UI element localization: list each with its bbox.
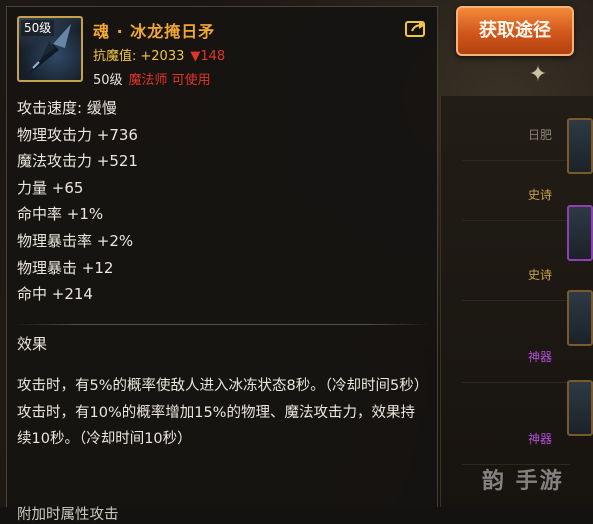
rarity-tag: 史诗 bbox=[527, 268, 552, 282]
share-icon[interactable] bbox=[405, 19, 427, 37]
stat-line: 命中率 +1% bbox=[17, 205, 104, 224]
stat-line: 物理暴击率 +2% bbox=[17, 231, 134, 250]
list-item[interactable]: 史诗 bbox=[462, 168, 570, 221]
sparkle-icon: ✦ bbox=[528, 62, 548, 87]
spear-item-icon: 50级 bbox=[17, 16, 83, 82]
rarity-tag: 史诗 bbox=[527, 188, 552, 202]
stat-line: 物理暴击 +12 bbox=[17, 258, 114, 277]
stat-line: 魔法攻击力 +521 bbox=[17, 152, 138, 171]
obtain-source-button[interactable]: 获取途径 bbox=[456, 6, 574, 56]
rarity-tag: 神器 bbox=[527, 432, 552, 446]
watermark: 韵 手游 bbox=[482, 469, 564, 494]
effect-description: 攻击时，有5%的概率使敌人进入冰冻状态8秒。（冷却时间5秒） 攻击时，有10%的… bbox=[17, 373, 429, 453]
list-item[interactable]: 神器 bbox=[462, 330, 570, 383]
requirement-row: 50级 魔法师 可使用 bbox=[93, 69, 211, 88]
effect-line-truncated: 附加时属性攻击 bbox=[17, 507, 119, 523]
stats-list: 攻击速度: 缓慢 物理攻击力 +736 魔法攻击力 +521 力量 +65 命中… bbox=[17, 95, 138, 308]
resist-label: 抗魔值: bbox=[93, 49, 137, 64]
item-level-badge: 50级 bbox=[21, 20, 55, 36]
item-thumbnail[interactable] bbox=[567, 205, 593, 261]
effect-line: 攻击时，有5%的概率使敌人进入冰冻状态8秒。（冷却时间5秒） bbox=[17, 378, 429, 394]
list-item[interactable]: 日肥 bbox=[462, 108, 570, 161]
usable-class: 魔法师 可使用 bbox=[128, 73, 211, 88]
item-name: 魂 · 冰龙掩日矛 bbox=[93, 22, 216, 41]
effect-title: 效果 bbox=[17, 335, 48, 353]
list-item[interactable]: 史诗 bbox=[462, 248, 570, 301]
item-thumbnail[interactable] bbox=[567, 290, 593, 346]
stat-line: 攻击速度: 缓慢 bbox=[17, 99, 117, 117]
effect-line: 攻击时，有10%的概率增加15%的物理、魔法攻击力，效果持续10秒。（冷却时间1… bbox=[17, 404, 415, 448]
resist-row: 抗魔值: +2033 ▼148 bbox=[93, 45, 225, 64]
rarity-tag: 日肥 bbox=[527, 128, 552, 142]
required-level: 50级 bbox=[93, 73, 123, 88]
item-thumbnail[interactable] bbox=[567, 380, 593, 436]
resist-delta: ▼148 bbox=[190, 49, 226, 64]
list-item[interactable]: 神器 bbox=[462, 412, 570, 465]
stat-line: 物理攻击力 +736 bbox=[17, 125, 138, 144]
stat-line: 力量 +65 bbox=[17, 178, 84, 197]
rarity-tag: 神器 bbox=[527, 350, 552, 364]
stat-line: 命中 +214 bbox=[17, 285, 93, 304]
resist-value: +2033 bbox=[140, 49, 185, 64]
section-divider bbox=[15, 324, 431, 325]
item-tooltip: 50级 魂 · 冰龙掩日矛 抗魔值: +2033 ▼148 50级 魔法师 可使用 攻… bbox=[6, 6, 438, 523]
item-thumbnail[interactable] bbox=[567, 118, 593, 174]
